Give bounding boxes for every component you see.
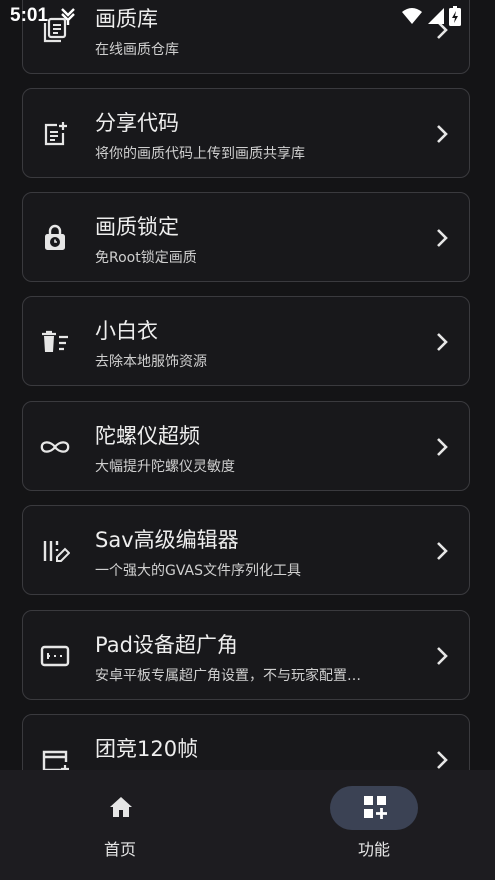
post-add-icon [39,120,71,148]
chevron-right-icon [437,542,448,560]
nav-item-functions[interactable]: 功能 [294,770,454,880]
card-title: 小白衣 [95,319,158,343]
card-subtitle: 免Root锁定画质 [95,250,197,266]
chevron-right-icon [437,647,448,665]
chevron-right-icon [437,751,448,769]
nav-label-home: 首页 [103,840,136,859]
chevron-right-icon [437,438,448,456]
grid-add-icon [364,796,387,819]
card-sav-editor[interactable]: Sav高级编辑器 一个强大的GVAS文件序列化工具 [22,505,470,595]
infinity-icon [39,433,71,461]
card-share-code[interactable]: 分享代码 将你的画质代码上传到画质共享库 [22,88,470,178]
signal-icon [427,7,445,29]
card-subtitle: 一个强大的GVAS文件序列化工具 [95,563,301,579]
chevron-right-icon [437,333,448,351]
card-quality-lock[interactable]: 画质锁定 免Root锁定画质 [22,192,470,282]
card-title: 分享代码 [95,111,179,135]
home-icon [110,797,132,817]
card-title: Sav高级编辑器 [95,528,239,552]
card-subtitle: 在线画质仓库 [95,42,179,58]
card-pad-wide-angle[interactable]: Pad设备超广角 安卓平板专属超广角设置，不与玩家配置… [22,610,470,700]
delete-sweep-icon [39,328,71,356]
nav-label-functions: 功能 [357,840,390,859]
data-saver-icon [58,6,78,30]
card-title: 画质锁定 [95,215,179,239]
card-gyro-overclock[interactable]: 陀螺仪超频 大幅提升陀螺仪灵敏度 [22,401,470,491]
card-title: Pad设备超广角 [95,633,238,657]
card-title: 团竞120帧 [95,737,199,761]
status-time: 5:01 [10,5,49,26]
nav-item-home[interactable]: 首页 [40,770,200,880]
card-title: 陀螺仪超频 [95,424,200,448]
lock-clock-icon [39,224,71,252]
wifi-icon [401,7,423,29]
card-subtitle: 安卓平板专属超广角设置，不与玩家配置… [95,668,361,684]
bottom-navigation: 首页 功能 [0,770,495,880]
status-bar: 5:01 [0,0,495,34]
card-subtitle: 大幅提升陀螺仪灵敏度 [95,459,235,475]
battery-charging-icon [449,6,461,30]
card-subtitle: 去除本地服饰资源 [95,354,207,370]
chevron-right-icon [437,229,448,247]
card-subtitle: 将你的画质代码上传到画质共享库 [95,146,305,162]
chevron-right-icon [437,125,448,143]
card-white-clothes[interactable]: 小白衣 去除本地服饰资源 [22,296,470,386]
tablet-wide-icon [39,642,71,670]
edit-columns-icon [39,537,71,565]
